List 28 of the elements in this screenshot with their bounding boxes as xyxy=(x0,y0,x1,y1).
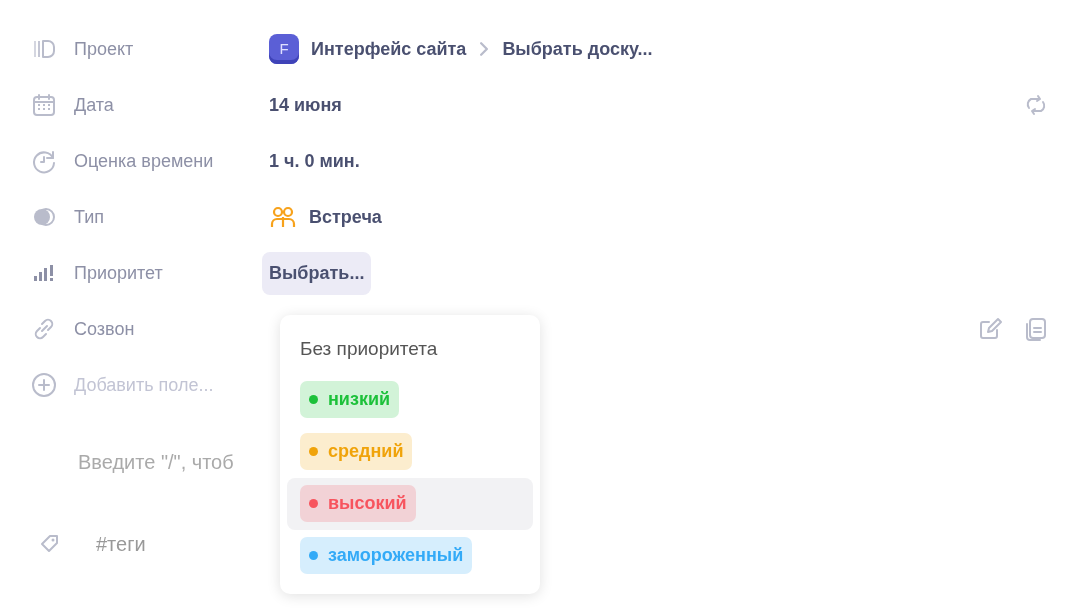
calendar-icon xyxy=(30,91,58,119)
menu-item[interactable]: Без приоритета xyxy=(287,325,533,374)
board-link[interactable]: Выбрать доску... xyxy=(502,35,653,63)
type-value: Встреча xyxy=(309,205,382,229)
field-label: Приоритет xyxy=(74,261,164,285)
field-label: Дата xyxy=(74,93,115,117)
menu-item[interactable]: средний xyxy=(287,425,533,478)
priority-label: замороженный xyxy=(328,544,464,567)
priority-select[interactable]: Выбрать... xyxy=(262,251,372,295)
priority-label: низкий xyxy=(328,388,391,411)
priority-label: средний xyxy=(328,440,404,463)
menu-item[interactable]: замороженный xyxy=(287,529,533,582)
chevron-icon xyxy=(480,42,489,56)
priority-label: высокий xyxy=(328,492,407,515)
field-value: 14 июня xyxy=(269,93,342,117)
project-link[interactable]: Интерфейс сайта xyxy=(311,35,467,63)
field-label: Тип xyxy=(74,205,105,229)
menu-item[interactable]: низкий xyxy=(287,373,533,426)
tags-field[interactable]: #теги xyxy=(96,529,146,559)
description-placeholder[interactable]: Введите "/", чтоб xyxy=(78,447,234,481)
project-badge: F xyxy=(269,34,299,64)
plus-icon xyxy=(30,371,58,399)
field-label: Проект xyxy=(74,37,135,61)
field-label: Оценка времени xyxy=(74,149,215,173)
field-value: 1 ч. 0 мин. xyxy=(269,149,360,173)
add-field-link[interactable]: Добавить поле... xyxy=(74,371,269,399)
field-label: Созвон xyxy=(74,317,136,341)
menu-item[interactable]: высокий xyxy=(287,477,533,530)
